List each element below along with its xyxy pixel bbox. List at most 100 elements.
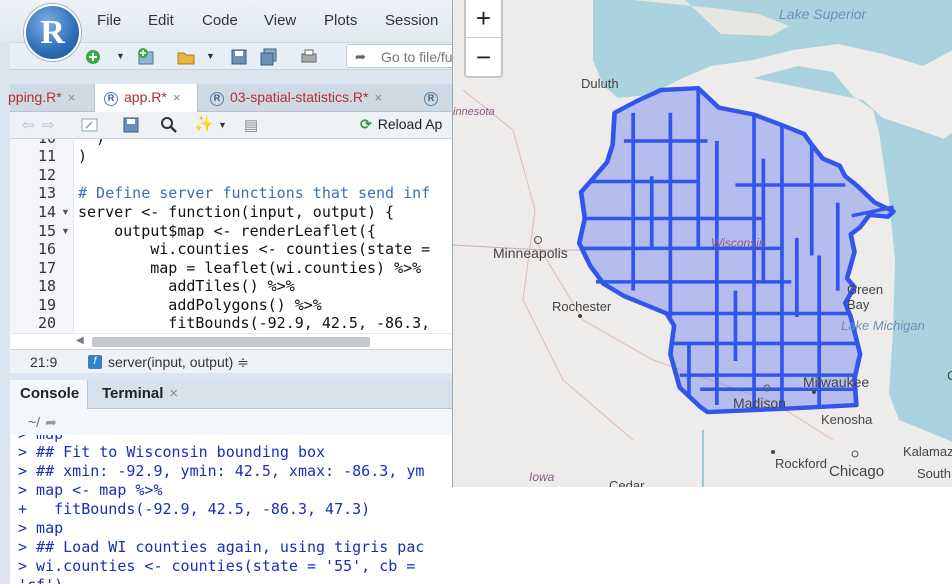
tab-more[interactable]: R [424,84,452,112]
save-icon[interactable] [229,47,249,67]
menu-plots[interactable]: Plots [324,12,357,29]
open-folder-icon[interactable] [176,47,196,67]
r-logo: R [24,4,81,61]
line-number: 14 [37,203,56,221]
close-icon[interactable]: × [375,90,383,105]
console-line: + fitBounds(-92.9, 42.5, -86.3, 47.3) [18,500,371,518]
print-icon[interactable] [299,47,319,67]
tab-console[interactable]: Console [10,380,88,409]
close-icon[interactable]: × [173,90,181,105]
code-line: # Define server functions that send inf [78,184,431,202]
horizontal-scrollbar[interactable]: ◀ [10,333,452,349]
basemap [453,0,952,487]
console-line: > map <- map %>% [18,481,163,499]
code-line: addPolygons() %>% [78,296,322,314]
menu-file[interactable]: File [97,12,121,29]
map-label-south: South [917,466,951,481]
code-line: ) [78,147,88,165]
line-number: 17 [37,259,56,277]
map-label-madison: Madison [733,395,786,411]
magic-wand-icon[interactable]: ✨ [194,114,214,134]
map-label-kenosha: Kenosha [821,412,873,427]
code-line: server <- function(input, output) { [78,203,395,221]
go-to-directory-icon[interactable]: ➦ [45,414,57,430]
tab-label: Terminal [102,385,164,402]
scrollbar-thumb[interactable] [92,337,370,347]
fold-arrow-icon[interactable]: ▼ [61,207,70,217]
map-label-cedar: Cedar [609,478,645,487]
line-gutter: 10 11 12 13 14 15 16 17 18 19 20 21 ▼ ▼ [10,139,74,333]
menu-view[interactable]: View [264,12,296,29]
function-icon: f [88,355,102,369]
tab-app[interactable]: Rapp.R* × [94,84,198,112]
line-number: 20 [37,314,56,332]
code-line: map = leaflet(wi.counties) %>% [78,259,422,277]
editor-tabs: pping.R* × Rapp.R* × R 03-spatial-statistic… [8,84,452,112]
fold-arrow-icon[interactable]: ▼ [61,226,70,236]
zoom-in-button[interactable]: + [466,0,501,38]
map-label-minneapolis: Minneapolis [493,245,568,261]
leaflet-map[interactable]: + − Lake Superior Duluth innesota Minnea… [452,0,952,487]
show-in-window-icon[interactable] [80,116,100,134]
map-label-lake-michigan: Lake Michigan [841,318,925,333]
forward-icon[interactable]: ⇨ [42,116,55,134]
go-to-file-placeholder: Go to file/fu [381,49,452,65]
chevron-down-icon[interactable]: ▼ [116,51,136,71]
new-file-icon[interactable] [84,47,104,67]
map-label-rochester: Rochester [552,299,612,314]
line-number: 11 [37,147,56,165]
rstudio-window: R File Edit Code View Plots Session ▼ ▼ … [0,0,452,584]
working-dir-path: ~/ [28,414,41,430]
menu-code[interactable]: Code [202,12,238,29]
code-line: ) [78,139,105,147]
save-icon[interactable] [122,116,140,134]
console-line: > ## Load WI counties again, using tigri… [18,538,425,556]
reload-app-button[interactable]: ⟳ Reload Ap [360,116,442,133]
map-label-milwaukee: Milwaukee [803,374,870,390]
close-icon[interactable]: × [169,385,178,402]
scroll-left-icon[interactable]: ◀ [76,335,84,346]
r-file-icon: R [210,92,224,106]
tab-terminal[interactable]: Terminal × [102,380,178,409]
search-icon[interactable] [160,116,178,134]
chevron-down-icon[interactable]: ▼ [218,120,227,130]
map-label-lake-superior: Lake Superior [779,6,867,22]
tab-spatial-statistics[interactable]: R 03-spatial-statistics.R* × [210,84,410,112]
function-scope-dropdown[interactable]: server(input, output) ≑ [108,354,249,371]
wisconsin-counties [576,86,896,415]
arrow-right-icon: ➦ [355,49,366,64]
back-icon[interactable]: ⇦ [22,116,35,134]
line-number: 18 [37,277,56,295]
map-label-wisconsin: Wisconsin [711,236,766,250]
map-label-kalamazoo: Kalamaz [903,444,952,459]
zoom-out-button[interactable]: − [466,39,501,77]
chevron-down-icon[interactable]: ▼ [206,51,226,71]
tab-mapping[interactable]: pping.R* × [8,84,92,112]
working-directory: ~/➦ [10,409,452,435]
menu-edit[interactable]: Edit [148,12,174,29]
save-all-icon[interactable] [259,47,279,67]
map-label-edge: C [947,368,952,383]
cursor-position: 21:9 [30,354,58,370]
console-output[interactable]: > map > ## Fit to Wisconsin bounding box… [10,435,452,584]
menu-session[interactable]: Session [385,12,438,29]
map-label-minnesota: innesota [453,106,495,118]
editor-status-bar: 21:9 f server(input, output) ≑ [10,349,452,373]
tab-label: app.R* [124,89,167,105]
reload-label: Reload Ap [377,116,443,132]
code-line: addTiles() %>% [78,277,295,295]
map-label-chicago: Chicago [829,463,885,480]
document-outline-icon[interactable]: ▤ [244,116,258,134]
tab-label: pping.R* [8,89,62,105]
code-editor[interactable]: 10 11 12 13 14 15 16 17 18 19 20 21 ▼ ▼ … [10,139,452,333]
close-icon[interactable]: × [68,90,76,105]
line-number: 10 [10,139,56,147]
console-tabs: Console Terminal × [10,380,452,409]
new-project-icon[interactable] [136,47,156,67]
line-number: 16 [37,240,56,258]
map-label-rockford: Rockford [775,456,828,471]
tab-label: 03-spatial-statistics.R* [230,89,369,105]
code-line: output$map <- renderLeaflet({ [78,222,377,240]
go-to-file-input[interactable]: ➦ Go to file/fu [346,44,452,68]
code-line: fitBounds(-92.9, 42.5, -86.3, [78,314,431,332]
